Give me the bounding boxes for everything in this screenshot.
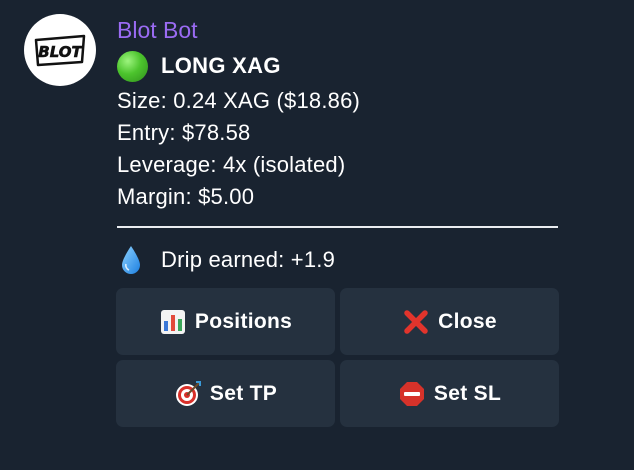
- set-tp-button-label: Set TP: [209, 381, 278, 405]
- set-sl-button-label: Set SL: [433, 381, 502, 405]
- entry-line: Entry: $78.58: [117, 120, 251, 145]
- position-direction: LONG XAG: [161, 53, 281, 78]
- red-x-icon: [404, 309, 428, 334]
- set-tp-button[interactable]: Set TP: [116, 360, 335, 427]
- bot-message: Blot Bot LONG XAG Size: 0.24 XAG ($18.86…: [117, 14, 577, 213]
- bot-avatar[interactable]: BLOT: [24, 14, 96, 86]
- position-details: Size: 0.24 XAG ($18.86) Entry: $78.58 Le…: [117, 85, 577, 213]
- leverage-line: Leverage: 4x (isolated): [117, 152, 346, 177]
- blot-logo-icon: BLOT: [34, 34, 86, 67]
- droplet-icon: [122, 246, 140, 274]
- chat-view: BLOT Blot Bot LONG XAG Size: 0.24 XAG ($…: [0, 0, 634, 470]
- position-headline: LONG XAG: [117, 46, 577, 86]
- drip-earned: Drip earned: +1.9: [120, 244, 335, 276]
- bar-chart-icon: [160, 309, 185, 334]
- size-line: Size: 0.24 XAG ($18.86): [117, 88, 361, 113]
- drip-earned-text: Drip earned: +1.9: [161, 247, 336, 272]
- green-circle-icon: [117, 50, 148, 82]
- inline-keyboard: Positions Close Set TP Set SL: [116, 288, 559, 427]
- positions-button[interactable]: Positions: [116, 288, 335, 355]
- close-button[interactable]: Close: [340, 288, 559, 355]
- positions-button-label: Positions: [194, 309, 293, 333]
- stop-sign-icon: [399, 381, 424, 406]
- target-icon: [175, 380, 201, 406]
- sender-name[interactable]: Blot Bot: [117, 14, 577, 46]
- svg-text:BLOT: BLOT: [38, 43, 83, 61]
- close-button-label: Close: [438, 309, 497, 333]
- separator-line: [117, 226, 558, 228]
- set-sl-button[interactable]: Set SL: [340, 360, 559, 427]
- margin-line: Margin: $5.00: [117, 184, 255, 209]
